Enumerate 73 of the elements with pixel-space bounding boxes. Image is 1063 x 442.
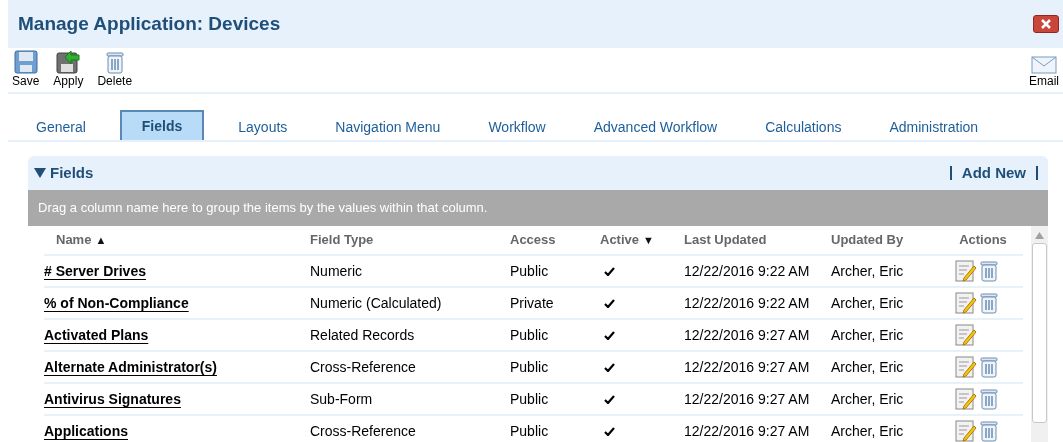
edit-icon[interactable] <box>955 292 977 314</box>
access-cell-text: Public <box>510 421 549 441</box>
field-type-cell-text: Sub-Form <box>310 389 373 409</box>
toolbar-button[interactable]: Delete <box>97 50 133 88</box>
envelope-icon <box>1031 56 1057 74</box>
access-cell-text: Private <box>510 293 554 313</box>
updated-by-cell-text: Archer, Eric <box>831 357 904 377</box>
access-cell-text: Public <box>510 357 549 377</box>
field-name-link[interactable]: Applications <box>44 420 128 442</box>
scroll-up-icon <box>1035 232 1044 239</box>
field-name-link[interactable]: % of Non-Compliance <box>44 292 189 314</box>
last-updated-cell-text: 12/22/2016 9:22 AM <box>684 293 810 313</box>
updated-by-cell-text: Archer, Eric <box>831 389 904 409</box>
column-header[interactable]: Updated By <box>831 230 904 250</box>
last-updated-cell-text: 12/22/2016 9:27 AM <box>684 421 810 441</box>
column-header[interactable]: Field Type <box>310 230 374 250</box>
access-cell-text: Public <box>510 261 549 281</box>
edit-icon[interactable] <box>955 324 977 346</box>
tab[interactable]: Layouts <box>224 114 302 140</box>
tab[interactable]: Fields <box>119 110 205 140</box>
tab[interactable]: Navigation Menu <box>321 114 455 140</box>
edit-icon[interactable] <box>955 388 977 410</box>
tab[interactable]: Administration <box>875 114 993 140</box>
last-updated-cell-text: 12/22/2016 9:27 AM <box>684 357 810 377</box>
last-updated-cell-text: 12/22/2016 9:27 AM <box>684 389 810 409</box>
close-icon <box>1041 19 1051 29</box>
group-by-hint: Drag a column name here to group the items by the values within that column. <box>38 199 488 218</box>
field-type-cell-text: Numeric <box>310 261 363 281</box>
trash-icon[interactable] <box>979 292 999 314</box>
add-new-link[interactable]: Add New <box>961 161 1026 185</box>
trash-icon[interactable] <box>979 420 999 442</box>
last-updated-cell-text: 12/22/2016 9:27 AM <box>684 325 810 345</box>
last-updated-cell-text: 12/22/2016 9:22 AM <box>684 261 810 281</box>
updated-by-cell-text: Archer, Eric <box>831 261 904 281</box>
edit-icon[interactable] <box>955 356 977 378</box>
trash-icon[interactable] <box>979 388 999 410</box>
access-cell-text: Public <box>510 325 549 345</box>
toolbar-button[interactable]: Save <box>12 50 40 88</box>
column-header[interactable]: Name <box>56 230 92 250</box>
sort-arrow: ▼ <box>643 232 654 248</box>
field-type-cell-text: Cross-Reference <box>310 357 416 377</box>
field-type-cell-text: Numeric (Calculated) <box>310 293 442 313</box>
scroll-thumb[interactable] <box>1032 243 1047 423</box>
updated-by-cell-text: Archer, Eric <box>831 325 904 345</box>
scrollbar[interactable] <box>1031 226 1048 442</box>
column-header[interactable]: Actions <box>959 230 1007 250</box>
field-name-link[interactable]: Antivirus Signatures <box>44 388 181 410</box>
panel-title[interactable]: Fields <box>34 161 94 185</box>
tab[interactable]: General <box>22 114 100 140</box>
field-name-link[interactable]: # Server Drives <box>44 260 146 282</box>
column-header[interactable]: Access <box>510 230 556 250</box>
updated-by-cell-text: Archer, Eric <box>831 421 904 441</box>
email-button[interactable]: Email <box>1029 56 1063 88</box>
field-type-cell-text: Related Records <box>310 325 415 345</box>
sort-arrow: ▲ <box>95 232 107 248</box>
trash-icon[interactable] <box>979 260 999 282</box>
trash-icon[interactable] <box>979 356 999 378</box>
field-type-cell-text: Cross-Reference <box>310 421 416 441</box>
field-name-link[interactable]: Alternate Administrator(s) <box>44 356 217 378</box>
window-title: Manage Application: Devices <box>18 11 281 36</box>
column-header[interactable]: Last Updated <box>684 230 767 250</box>
close-button[interactable] <box>1033 15 1059 33</box>
edit-icon[interactable] <box>955 420 977 442</box>
access-cell-text: Public <box>510 389 549 409</box>
column-header[interactable]: Active <box>600 230 640 250</box>
trash-icon <box>104 50 125 74</box>
tab[interactable]: Calculations <box>751 114 856 140</box>
tab[interactable]: Advanced Workflow <box>579 114 732 140</box>
tab[interactable]: Workflow <box>474 114 560 140</box>
edit-icon[interactable] <box>955 260 977 282</box>
updated-by-cell-text: Archer, Eric <box>831 293 904 313</box>
field-name-link[interactable]: Activated Plans <box>44 324 149 346</box>
toolbar-button[interactable]: Apply <box>53 50 84 88</box>
